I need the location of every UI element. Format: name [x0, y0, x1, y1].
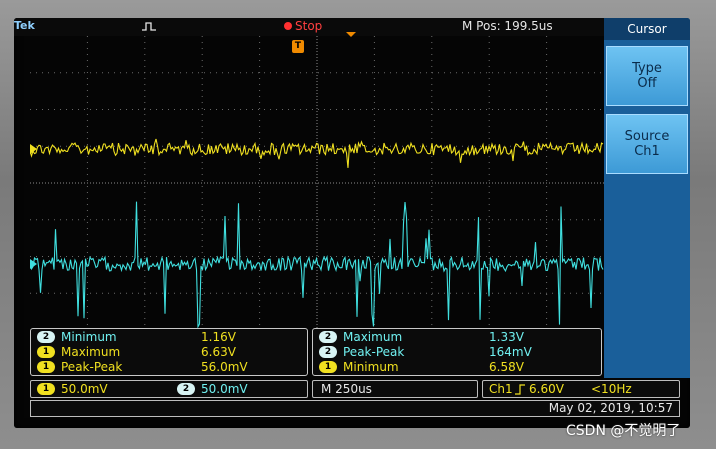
cursor-source-button[interactable]: Source Ch1 [606, 114, 688, 174]
measurement-panel-right: 2 Maximum 1.33V 2 Peak-Peak 164mV 1 Mini… [312, 328, 602, 376]
measurement-row: 2 Maximum 1.33V [313, 330, 601, 345]
trigger-frequency: <10Hz [591, 382, 632, 396]
measurement-row: 1 Maximum 6.63V [31, 345, 307, 360]
status-bar: Tek Stop M Pos: 199.5us T [14, 18, 604, 53]
measurement-value: 1.33V [489, 330, 524, 344]
cursor-type-label: Type [632, 61, 662, 76]
channel-badge: 1 [37, 361, 55, 373]
measurement-row: 1 Minimum 6.58V [313, 360, 601, 375]
rising-edge-icon [515, 384, 525, 395]
pulse-icon [142, 22, 156, 31]
trigger-source: Ch1 [489, 382, 513, 396]
measurement-label: Maximum [61, 345, 121, 359]
brand-logo: Tek [14, 19, 35, 32]
trigger-level: 6.60V [529, 382, 564, 396]
scope-screen: Tek Stop M Pos: 199.5us T Cursor Type Of… [14, 18, 690, 428]
ch1-badge: 1 [37, 383, 55, 395]
timebase-readout: M 250us [312, 380, 478, 398]
graticule [30, 36, 604, 330]
measurement-value: 6.58V [489, 360, 524, 374]
watermark-text: CSDN @不觉明了 [566, 423, 681, 439]
ch1-scale: 50.0mV [61, 382, 108, 396]
measurement-label: Peak-Peak [343, 345, 405, 359]
channel-badge: 2 [319, 346, 337, 358]
horizontal-position: M Pos: 199.5us [462, 19, 553, 33]
measurement-label: Maximum [343, 330, 403, 344]
channel-badge: 2 [319, 331, 337, 343]
measurement-value: 1.16V [201, 330, 236, 344]
side-menu-title: Cursor [604, 18, 690, 40]
date-bar: May 02, 2019, 10:57 [30, 400, 680, 417]
cursor-source-value: Ch1 [634, 144, 660, 159]
measurement-label: Minimum [343, 360, 399, 374]
cursor-type-button[interactable]: Type Off [606, 46, 688, 106]
channel-scales: 1 50.0mV 2 50.0mV [30, 380, 308, 398]
measurement-row: 1 Peak-Peak 56.0mV [31, 360, 307, 375]
measurement-value: 56.0mV [201, 360, 248, 374]
measurement-panel-left: 2 Minimum 1.16V 1 Maximum 6.63V 1 Peak-P… [30, 328, 308, 376]
ch2-badge: 2 [177, 383, 195, 395]
oscilloscope-frame: Tek Stop M Pos: 199.5us T Cursor Type Of… [0, 0, 716, 449]
measurement-label: Peak-Peak [61, 360, 123, 374]
measurement-row: 2 Peak-Peak 164mV [313, 345, 601, 360]
acquisition-state: Stop [295, 19, 323, 33]
stop-indicator-icon [284, 22, 292, 30]
channel-badge: 1 [37, 346, 55, 358]
ch2-level-marker [30, 259, 37, 269]
cursor-source-label: Source [624, 129, 670, 144]
measurement-value: 6.63V [201, 345, 236, 359]
measurement-row: 2 Minimum 1.16V [31, 330, 307, 345]
cursor-type-value: Off [637, 76, 657, 91]
date-time: May 02, 2019, 10:57 [548, 401, 673, 415]
timebase-value: M 250us [321, 382, 372, 396]
channel-badge: 2 [37, 331, 55, 343]
trigger-readout: Ch1 6.60V <10Hz [482, 380, 680, 398]
ch2-scale: 50.0mV [201, 382, 248, 396]
settings-bar: 1 50.0mV 2 50.0mV M 250us Ch1 6.60V <10H… [30, 380, 690, 398]
side-menu: Cursor Type Off Source Ch1 [604, 18, 690, 378]
channel-badge: 1 [319, 361, 337, 373]
measurement-value: 164mV [489, 345, 532, 359]
measurement-label: Minimum [61, 330, 117, 344]
